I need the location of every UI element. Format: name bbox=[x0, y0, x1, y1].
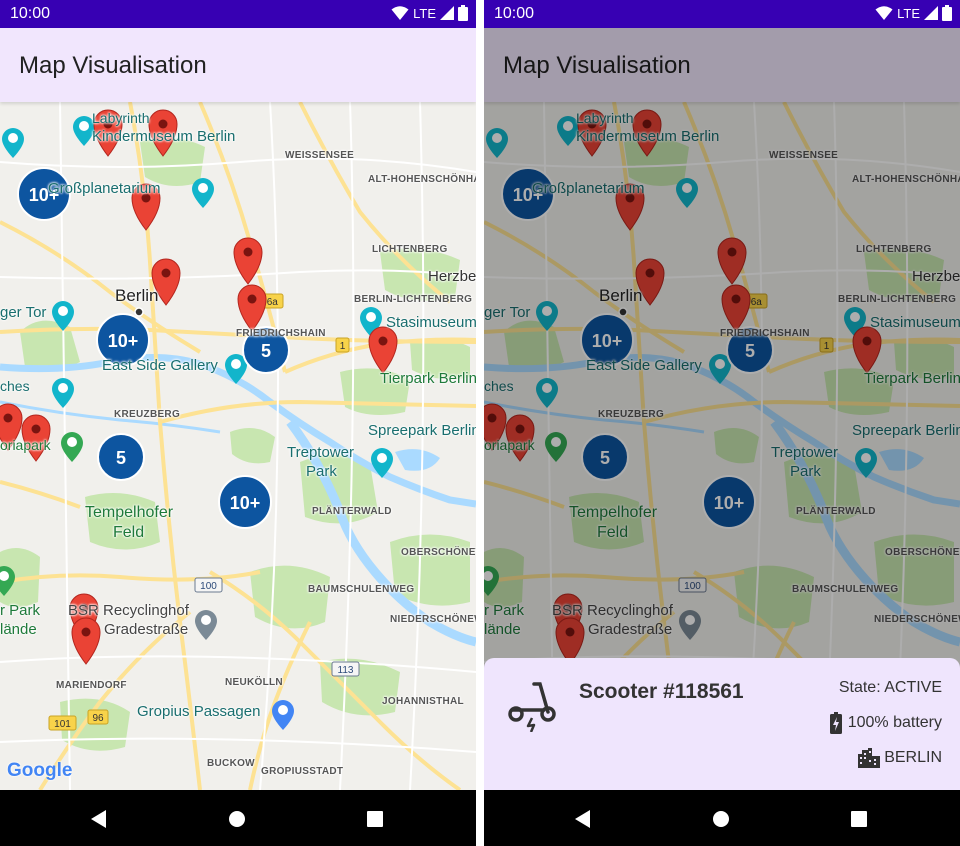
road-shield: 100 bbox=[194, 577, 223, 593]
place-label-baumschulenweg: BAUMSCHULENWEG bbox=[308, 584, 415, 595]
place-label-stasimuseum: Stasimuseum bbox=[386, 314, 476, 331]
place-label-bsr-1: BSR Recyclinghof bbox=[68, 602, 189, 619]
back-triangle-icon[interactable] bbox=[572, 808, 594, 830]
recent-square-icon[interactable] bbox=[848, 808, 870, 830]
svg-text:96: 96 bbox=[92, 713, 104, 724]
place-label-plaenterwald: PLÄNTERWALD bbox=[312, 506, 392, 517]
place-label-kreuzberg: KREUZBERG bbox=[114, 409, 181, 420]
home-circle-icon[interactable] bbox=[710, 808, 732, 830]
place-label-park-gelaende-2: lände bbox=[0, 621, 37, 638]
svg-text:1: 1 bbox=[340, 341, 346, 352]
system-nav-bar bbox=[0, 790, 476, 846]
road-shield: 96 bbox=[87, 709, 109, 725]
status-icons: LTE bbox=[391, 5, 468, 21]
road-shield: 113 bbox=[331, 661, 360, 677]
city-label: BERLIN bbox=[884, 749, 942, 766]
place-label-niederschoeneweide: NIEDERSCHÖNEWE bbox=[390, 614, 476, 625]
scooter-state: State: ACTIVE bbox=[838, 679, 942, 696]
place-label-oberschoeneweide: OBERSCHÖNEWE bbox=[401, 547, 476, 558]
place-label-treptower-park-1: Treptower bbox=[287, 444, 354, 461]
back-triangle-icon[interactable] bbox=[88, 808, 110, 830]
place-label-friedrichshain: FRIEDRICHSHAIN bbox=[236, 328, 326, 339]
screen-map-with-sheet: 10:00 LTE Map Visualisation 96a 1 100 10… bbox=[484, 0, 960, 846]
place-label-east-side-gallery: East Side Gallery bbox=[102, 357, 218, 374]
marker-cluster[interactable]: 5 bbox=[97, 433, 145, 481]
screen-map-only: 10:00 LTE Map Visualisation 96a 1 100 11… bbox=[0, 0, 476, 846]
cluster-count: 5 bbox=[261, 341, 271, 361]
cluster-count: 5 bbox=[116, 448, 126, 468]
road-shield: 101 bbox=[48, 715, 77, 731]
place-label-gropiusstadt: GROPIUSSTADT bbox=[261, 766, 344, 777]
place-label-tierpark: Tierpark Berlin bbox=[380, 370, 476, 387]
network-type: LTE bbox=[413, 5, 436, 21]
place-label-spreepark: Spreepark Berlin bbox=[368, 422, 476, 439]
road-shield: 1 bbox=[335, 337, 350, 353]
page-title: Map Visualisation bbox=[19, 52, 207, 79]
svg-text:113: 113 bbox=[338, 665, 354, 676]
place-label-buckow: BUCKOW bbox=[207, 758, 255, 769]
city-building-icon bbox=[858, 748, 881, 768]
cell-signal-icon bbox=[440, 6, 454, 20]
svg-text:100: 100 bbox=[200, 581, 217, 592]
battery-icon bbox=[458, 5, 468, 21]
place-label-mariendorf: MARIENDORF bbox=[56, 680, 127, 691]
place-label-berlin-lichtenberg: BERLIN-LICHTENBERG bbox=[354, 294, 473, 305]
cell-signal-icon bbox=[924, 6, 938, 20]
place-label-tempelhofer-1: Tempelhofer bbox=[85, 504, 174, 521]
place-label-gropius: Gropius Passagen bbox=[137, 703, 261, 720]
battery-charging-icon bbox=[829, 712, 842, 734]
place-label-grossplanetarium: Großplanetarium bbox=[48, 180, 161, 197]
status-time: 10:00 bbox=[494, 5, 535, 22]
status-icons: LTE bbox=[875, 5, 952, 21]
battery-row: 100% battery bbox=[829, 712, 942, 734]
place-label-weissensee: WEISSENSEE bbox=[285, 150, 355, 161]
wifi-icon bbox=[391, 6, 409, 20]
svg-text:101: 101 bbox=[54, 719, 71, 730]
place-label-johannisthal: JOHANNISTHAL bbox=[382, 696, 464, 707]
system-nav-bar bbox=[484, 790, 960, 846]
place-label-berlin: Berlin bbox=[115, 286, 159, 305]
status-bar: 10:00 LTE bbox=[484, 0, 960, 28]
google-logo: Google bbox=[7, 760, 73, 781]
place-label-lichtenberg: LICHTENBERG bbox=[372, 244, 448, 255]
cluster-count: 10+ bbox=[108, 331, 139, 351]
battery-icon bbox=[942, 5, 952, 21]
place-label-ruins: ches bbox=[0, 378, 30, 394]
place-label-neukoelln: NEUKÖLLN bbox=[225, 677, 283, 688]
place-label-labyrinth: Labyrinth bbox=[92, 110, 150, 126]
wifi-icon bbox=[875, 6, 893, 20]
place-label-bsr-2: Gradestraße bbox=[104, 621, 189, 638]
screenshot-divider bbox=[476, 0, 484, 846]
city-row: BERLIN bbox=[858, 748, 942, 768]
place-label-tempelhofer-2: Feld bbox=[113, 524, 145, 541]
map-view[interactable]: 96a11001131019610+10+5510+ LabyrinthKind… bbox=[0, 102, 476, 790]
place-label-treptower-park-2: Park bbox=[306, 463, 337, 480]
place-label-herzberge: Herzbe bbox=[428, 268, 476, 285]
home-circle-icon[interactable] bbox=[226, 808, 248, 830]
place-label-brandenburger-tor: ger Tor bbox=[0, 304, 47, 321]
electric-scooter-icon bbox=[508, 682, 556, 732]
place-label-alt-hohenschoenhausen: ALT-HOHENSCHÖNHAUSEN bbox=[368, 174, 476, 185]
network-type: LTE bbox=[897, 5, 920, 21]
cluster-count: 10+ bbox=[230, 493, 261, 513]
battery-label: 100% battery bbox=[847, 714, 942, 731]
scooter-name: Scooter #118561 bbox=[579, 680, 744, 703]
scooter-bottom-sheet: Scooter #118561 State: ACTIVE 100% batte… bbox=[484, 658, 960, 790]
place-label-kindermuseum: Kindermuseum Berlin bbox=[92, 128, 236, 145]
place-label-viktoriapark: oriapark bbox=[0, 437, 51, 453]
recent-square-icon[interactable] bbox=[364, 808, 386, 830]
marker-cluster[interactable]: 10+ bbox=[218, 475, 272, 529]
berlin-center-dot bbox=[134, 307, 144, 317]
place-label-park-gelaende-1: r Park bbox=[0, 602, 41, 619]
status-bar: 10:00 LTE bbox=[0, 0, 476, 28]
app-bar: Map Visualisation bbox=[0, 28, 476, 102]
status-time: 10:00 bbox=[10, 5, 51, 22]
